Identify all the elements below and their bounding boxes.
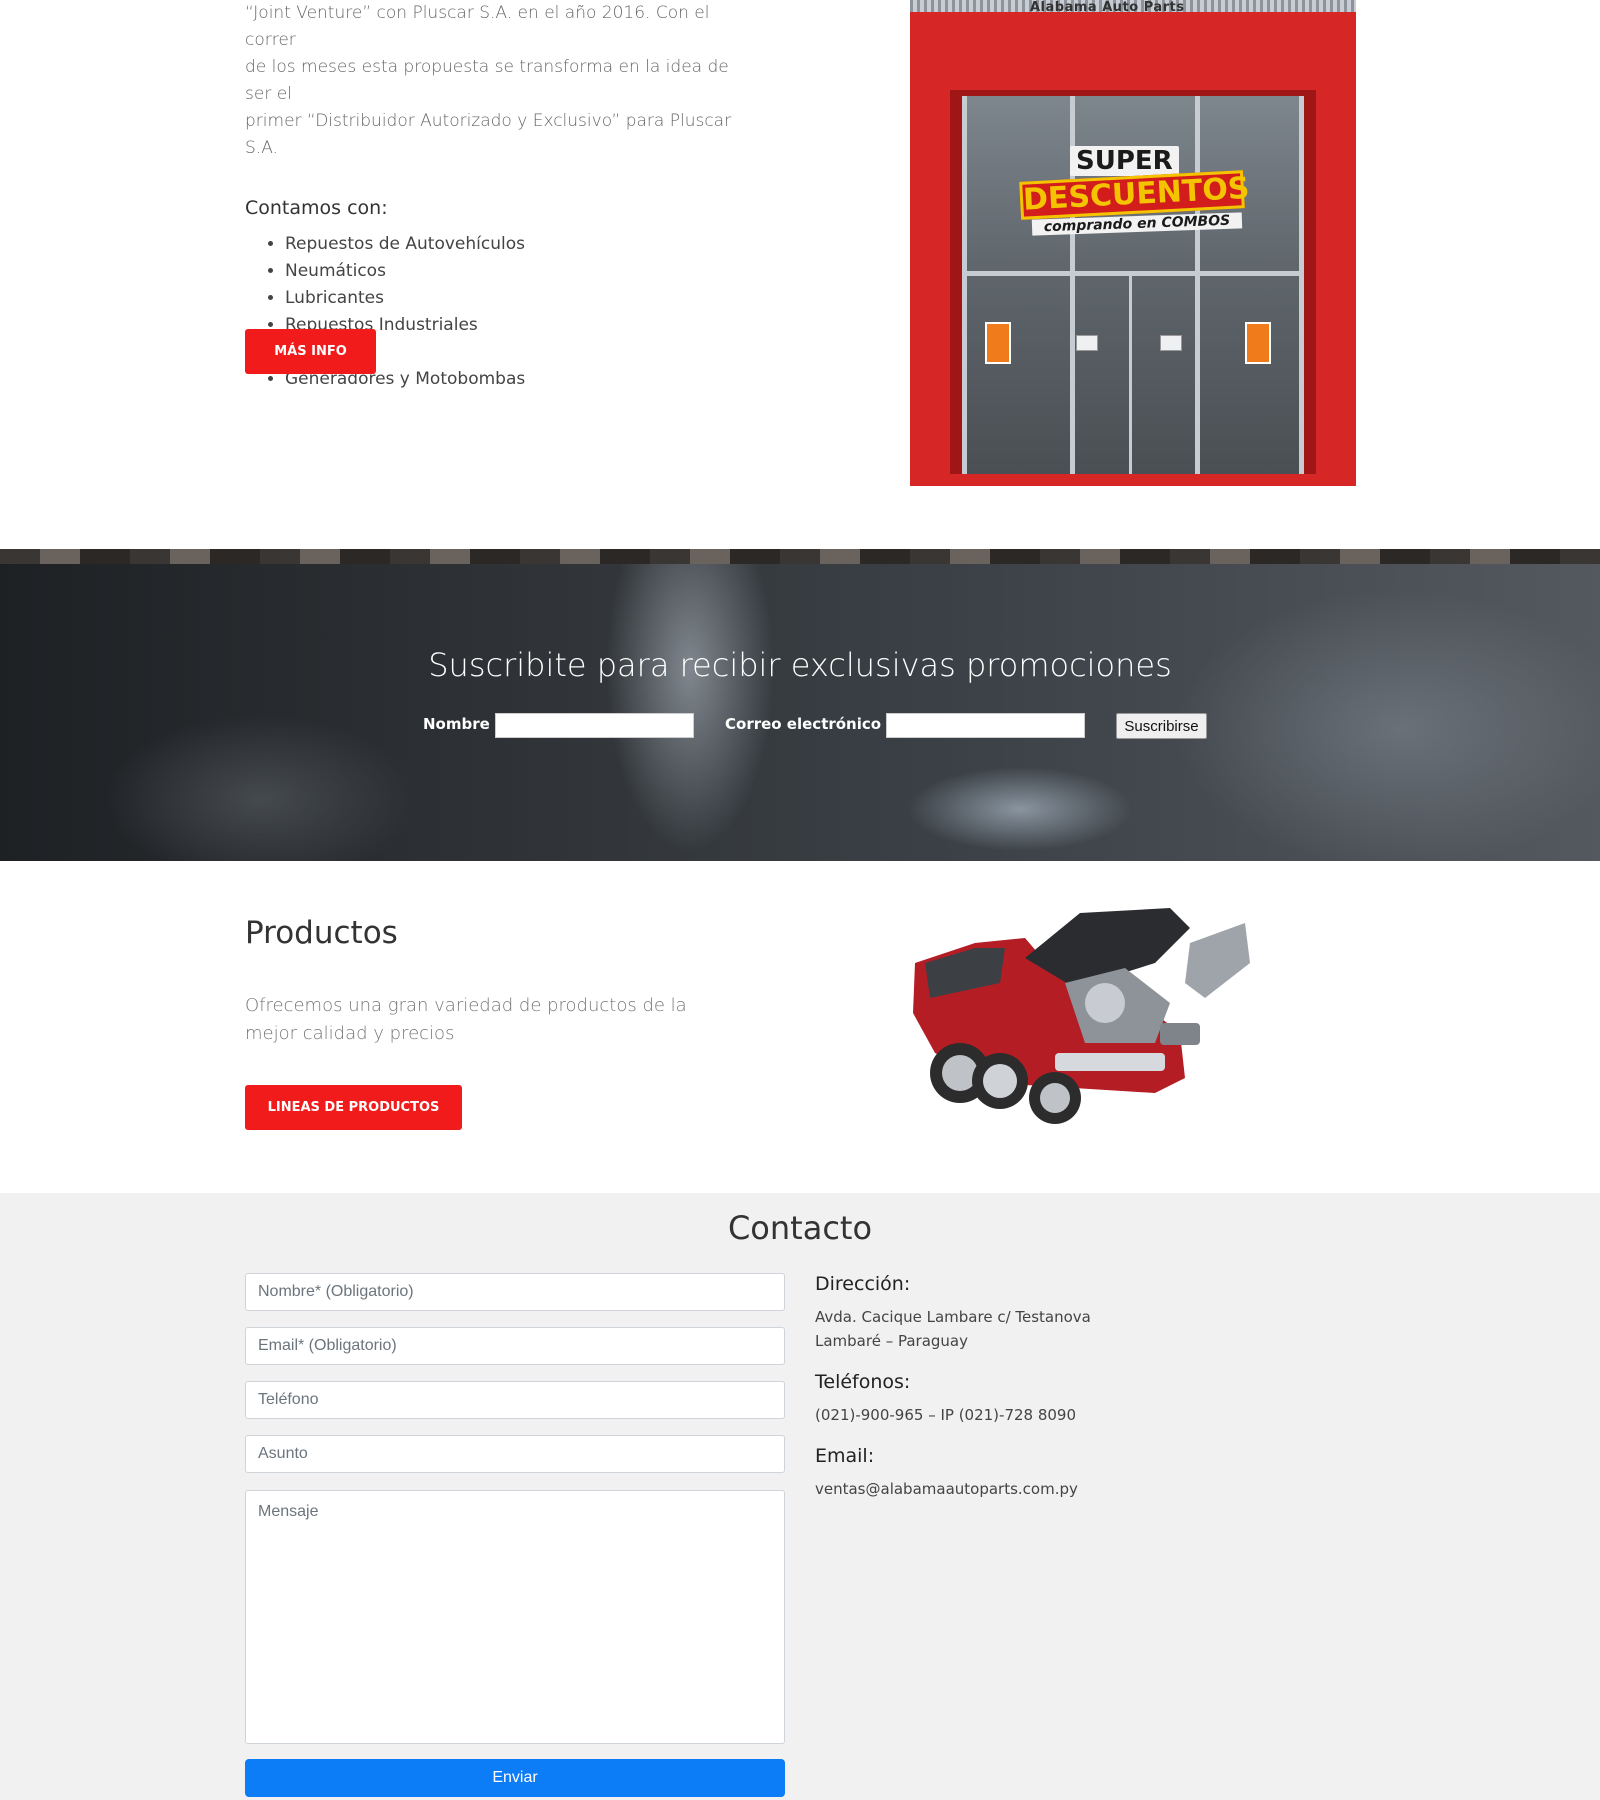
products-description: Ofrecemos una gran variedad de productos… <box>245 995 687 1044</box>
door-plaque <box>1076 335 1098 351</box>
phones-heading: Teléfonos: <box>815 1371 911 1393</box>
subscribe-title: Suscribite para recibir exclusivas promo… <box>428 646 1172 684</box>
subscribe-name-input[interactable] <box>495 713 694 738</box>
address-heading: Dirección: <box>815 1273 911 1295</box>
address-line: Avda. Cacique Lambare c/ Testanova <box>815 1308 1091 1326</box>
subscribe-email-input[interactable] <box>886 713 1085 738</box>
product-lines-button[interactable]: Lineas de productos <box>245 1085 462 1130</box>
store-sign: Alabama Auto Parts <box>1030 0 1185 15</box>
door-plaque <box>1160 335 1182 351</box>
subscribe-name-label: Nombre <box>423 715 490 733</box>
contact-section: Contacto Enviar Dirección: Avda. Cacique… <box>0 1193 1600 1800</box>
contact-name-input[interactable] <box>245 1273 785 1311</box>
contact-subject-input[interactable] <box>245 1435 785 1473</box>
door-poster <box>985 322 1011 364</box>
wheel-rim <box>1040 1083 1070 1113</box>
send-button[interactable]: Enviar <box>245 1759 785 1797</box>
contact-phone-input[interactable] <box>245 1381 785 1419</box>
address-line: Lambaré – Paraguay <box>815 1332 968 1350</box>
contact-message-textarea[interactable] <box>245 1490 785 1744</box>
products-section: Productos Ofrecemos una gran variedad de… <box>0 861 1600 1193</box>
products-title: Productos <box>245 915 398 951</box>
door-poster <box>1245 322 1271 364</box>
store-mullion <box>1299 96 1304 474</box>
address-block: Dirección: Avda. Cacique Lambare c/ Test… <box>815 1273 1215 1353</box>
storefront-image: Alabama Auto Parts SUPER DESCUENTOS comp… <box>910 0 1356 486</box>
subscribe-top-strip <box>0 549 1600 564</box>
promo-sign: SUPER DESCUENTOS comprando en COMBOS <box>1019 146 1250 236</box>
engine-part <box>1085 983 1125 1023</box>
about-paragraph: “Joint Venture” con Pluscar S.A. en el a… <box>245 0 755 162</box>
subscribe-button[interactable]: Suscribirse <box>1116 713 1207 739</box>
subscribe-email-label: Correo electrónico * <box>725 715 895 733</box>
promo-main-text: DESCUENTOS <box>1019 170 1250 220</box>
email-heading: Email: <box>815 1445 875 1467</box>
contact-email-input[interactable] <box>245 1327 785 1365</box>
pump-part <box>1160 1023 1200 1045</box>
list-item: Neumáticos <box>285 258 755 285</box>
car-parts-image <box>913 908 1250 1124</box>
promo-super-text: SUPER <box>1070 146 1179 176</box>
about-section: “Joint Venture” con Pluscar S.A. en el a… <box>0 0 1600 549</box>
more-info-button[interactable]: Más info <box>245 329 376 374</box>
contact-info: Dirección: Avda. Cacique Lambare c/ Test… <box>815 1273 1215 1519</box>
about-subheading: Contamos con: <box>245 197 388 219</box>
wheel-rim <box>983 1064 1017 1098</box>
about-paragraph-line: de los meses esta propuesta se transform… <box>245 57 729 104</box>
email-block: Email: ventas@alabamaautoparts.com.py <box>815 1445 1215 1501</box>
truck-bumper <box>1055 1053 1165 1071</box>
email-value: ventas@alabamaautoparts.com.py <box>815 1480 1078 1498</box>
subscribe-section: Suscribite para recibir exclusivas promo… <box>0 549 1600 861</box>
transmission-part <box>1185 923 1250 998</box>
about-paragraph-line: primer “Distribuidor Autorizado y Exclus… <box>245 111 732 158</box>
store-mullion <box>962 96 967 474</box>
list-item: Repuestos de Autovehículos <box>285 231 755 258</box>
phones-value: (021)-900-965 – IP (021)-728 8090 <box>815 1406 1077 1424</box>
store-door-split <box>1129 276 1132 474</box>
store-transom <box>962 271 1304 276</box>
about-paragraph-line: “Joint Venture” con Pluscar S.A. en el a… <box>245 3 710 50</box>
phones-block: Teléfonos: (021)-900-965 – IP (021)-728 … <box>815 1371 1215 1427</box>
contact-title: Contacto <box>727 1209 873 1247</box>
list-item: Lubricantes <box>285 285 755 312</box>
